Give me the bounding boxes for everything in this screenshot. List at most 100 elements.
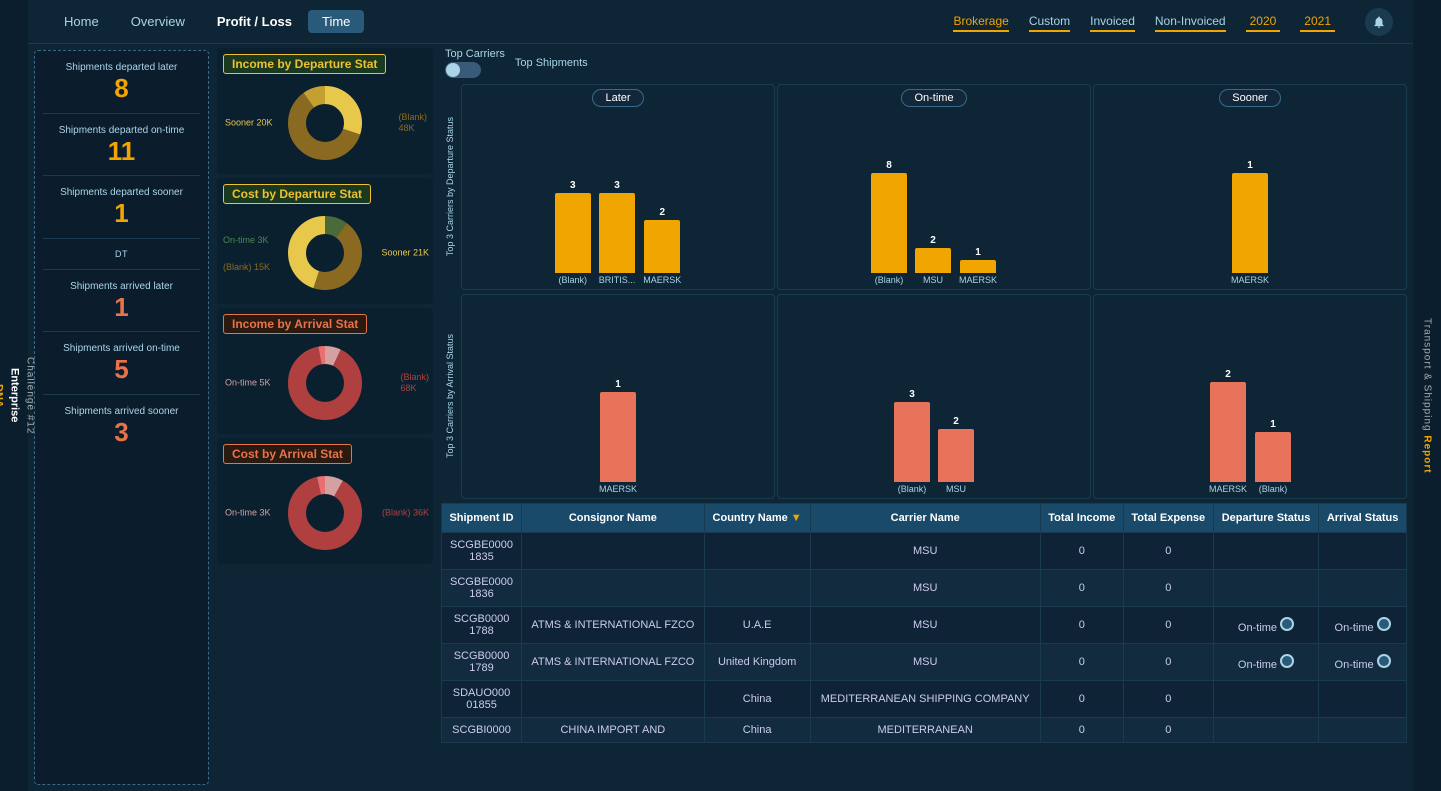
arrival-bar-groups: 1 MAERSK 3: [461, 294, 1407, 500]
later-bars: 3 (Blank) 3 BRITIS...: [555, 111, 682, 285]
arrival-row-label: Top 3 Carriers by Arrival Status: [441, 294, 459, 500]
arr-ontime-bars: 3 (Blank) 2 MSU: [894, 299, 974, 495]
cell-arr-status: [1319, 681, 1407, 718]
later-header: Later: [592, 89, 643, 107]
cost-arr-label-left: On-time 3K: [225, 508, 271, 519]
nav-home[interactable]: Home: [48, 0, 115, 44]
year-2020[interactable]: 2020: [1246, 12, 1281, 32]
stat-departed-ontime-value: 11: [43, 137, 200, 166]
bar-msu-ontime: 2 MSU: [915, 235, 951, 285]
bar-blank-later: 3 (Blank): [555, 180, 591, 285]
cell-dep-status: [1213, 718, 1318, 743]
cell-carrier: MEDITERRANEAN SHIPPING COMPANY: [810, 681, 1040, 718]
stat-departed-sooner: Shipments departed sooner 1: [43, 186, 200, 228]
filter-invoiced[interactable]: Invoiced: [1090, 12, 1135, 32]
table-row: SCGBI0000 CHINA IMPORT AND China MEDITER…: [442, 718, 1407, 743]
arr-sooner-bars: 2 MAERSK 1 (Blank): [1209, 299, 1291, 495]
cell-expense: 0: [1123, 681, 1213, 718]
stat-arrived-later-value: 1: [43, 293, 200, 322]
stat-arrived-later-label: Shipments arrived later: [43, 280, 200, 293]
cell-carrier: MSU: [810, 644, 1040, 681]
cell-expense: 0: [1123, 644, 1213, 681]
arr-bar-group-sooner: 2 MAERSK 1 (Blank): [1093, 294, 1407, 500]
bar-blank-ontime: 8 (Blank): [871, 160, 907, 285]
filter-group: Brokerage Custom Invoiced Non-Invoiced 2…: [953, 8, 1393, 36]
stat-arrived-sooner-value: 3: [43, 418, 200, 447]
col-departure-status[interactable]: Departure Status: [1213, 504, 1318, 533]
income-arr-label-right: (Blank)68K: [400, 372, 429, 394]
col-carrier[interactable]: Carrier Name: [810, 504, 1040, 533]
cell-shipment-id: SCGB00001789: [442, 644, 522, 681]
arr-bar-maersk-sooner: 2 MAERSK: [1209, 369, 1247, 494]
cell-expense: 0: [1123, 570, 1213, 607]
top-carriers-label: Top Carriers: [445, 48, 505, 60]
table-row: SCGBE00001836 MSU 0 0: [442, 570, 1407, 607]
bar-blank-ontime-rect: [871, 173, 907, 273]
dep-status-radio[interactable]: [1280, 617, 1294, 631]
bar-group-ontime: On-time 8 (Blank) 2 MSU: [777, 84, 1091, 290]
shipments-table-area: Shipment ID Consignor Name Country Name …: [435, 501, 1413, 791]
bar-maersk-later-rect: [644, 220, 680, 273]
income-arrival-section: Income by Arrival Stat On-time 5K (Blank…: [217, 308, 433, 434]
nav-time[interactable]: Time: [308, 10, 364, 33]
stat-arrived-sooner: Shipments arrived sooner 3: [43, 405, 200, 447]
cell-shipment-id: SCGB00001788: [442, 607, 522, 644]
cell-country: China: [704, 681, 810, 718]
divider-5: [43, 331, 200, 332]
cell-arr-status: On-time: [1319, 607, 1407, 644]
divider-3: [43, 238, 200, 239]
dep-status-radio[interactable]: [1280, 654, 1294, 668]
col-arrival-status[interactable]: Arrival Status: [1319, 504, 1407, 533]
cost-departure-donut: [285, 213, 365, 293]
departure-row-label: Top 3 Carriers by Departure Status: [441, 84, 459, 290]
stat-departed-sooner-value: 1: [43, 199, 200, 228]
year-2021[interactable]: 2021: [1300, 12, 1335, 32]
cell-consignor: ATMS & INTERNATIONAL FZCO: [522, 607, 705, 644]
stat-arrived-ontime: Shipments arrived on-time 5: [43, 342, 200, 384]
cell-income: 0: [1040, 607, 1123, 644]
nav-profit-loss[interactable]: Profit / Loss: [201, 0, 308, 44]
arr-status-radio[interactable]: [1377, 617, 1391, 631]
top-shipments-label: Top Shipments: [515, 57, 588, 69]
income-departure-donut: [285, 83, 365, 163]
filter-brokerage[interactable]: Brokerage: [953, 12, 1008, 32]
cell-shipment-id: SCGBI0000: [442, 718, 522, 743]
arr-bar-blank-ontime: 3 (Blank): [894, 389, 930, 494]
cell-country: United Kingdom: [704, 644, 810, 681]
bar-maersk-sooner-rect: [1232, 173, 1268, 273]
arr-bar-msu-ontime: 2 MSU: [938, 416, 974, 494]
cell-income: 0: [1040, 718, 1123, 743]
cell-income: 0: [1040, 533, 1123, 570]
bar-maersk-sooner: 1 MAERSK: [1231, 160, 1269, 285]
cell-income: 0: [1040, 570, 1123, 607]
col-country[interactable]: Country Name ▼: [704, 504, 810, 533]
cell-arr-status: [1319, 533, 1407, 570]
arr-status-radio[interactable]: [1377, 654, 1391, 668]
left-stats-panel: Shipments departed later 8 Shipments dep…: [34, 50, 209, 785]
col-expense[interactable]: Total Expense: [1123, 504, 1213, 533]
cell-carrier: MSU: [810, 607, 1040, 644]
cell-income: 0: [1040, 681, 1123, 718]
bell-icon[interactable]: [1365, 8, 1393, 36]
col-consignor[interactable]: Consignor Name: [522, 504, 705, 533]
col-income[interactable]: Total Income: [1040, 504, 1123, 533]
top-carriers-switch[interactable]: [445, 62, 481, 78]
bar-group-later: Later 3 (Blank) 3 BRITIS: [461, 84, 775, 290]
arr-bar-msu-ontime-rect: [938, 429, 974, 482]
income-arr-label-left: On-time 5K: [225, 378, 271, 389]
nav-overview[interactable]: Overview: [115, 0, 201, 44]
filter-custom[interactable]: Custom: [1029, 12, 1070, 32]
bar-britis-later: 3 BRITIS...: [599, 180, 636, 285]
cell-arr-status: [1319, 570, 1407, 607]
cost-dep-label-right: Sooner 21K: [381, 248, 429, 259]
body-area: Shipments departed later 8 Shipments dep…: [28, 44, 1413, 791]
table-row: SCGB00001789 ATMS & INTERNATIONAL FZCO U…: [442, 644, 1407, 681]
cell-consignor: ATMS & INTERNATIONAL FZCO: [522, 644, 705, 681]
cell-consignor: [522, 570, 705, 607]
filter-non-invoiced[interactable]: Non-Invoiced: [1155, 12, 1226, 32]
col-shipment-id[interactable]: Shipment ID: [442, 504, 522, 533]
cell-consignor: [522, 533, 705, 570]
top-controls: Top Carriers Top Shipments: [435, 44, 1413, 82]
cell-country: [704, 533, 810, 570]
ontime-bars: 8 (Blank) 2 MSU 1: [871, 111, 997, 285]
